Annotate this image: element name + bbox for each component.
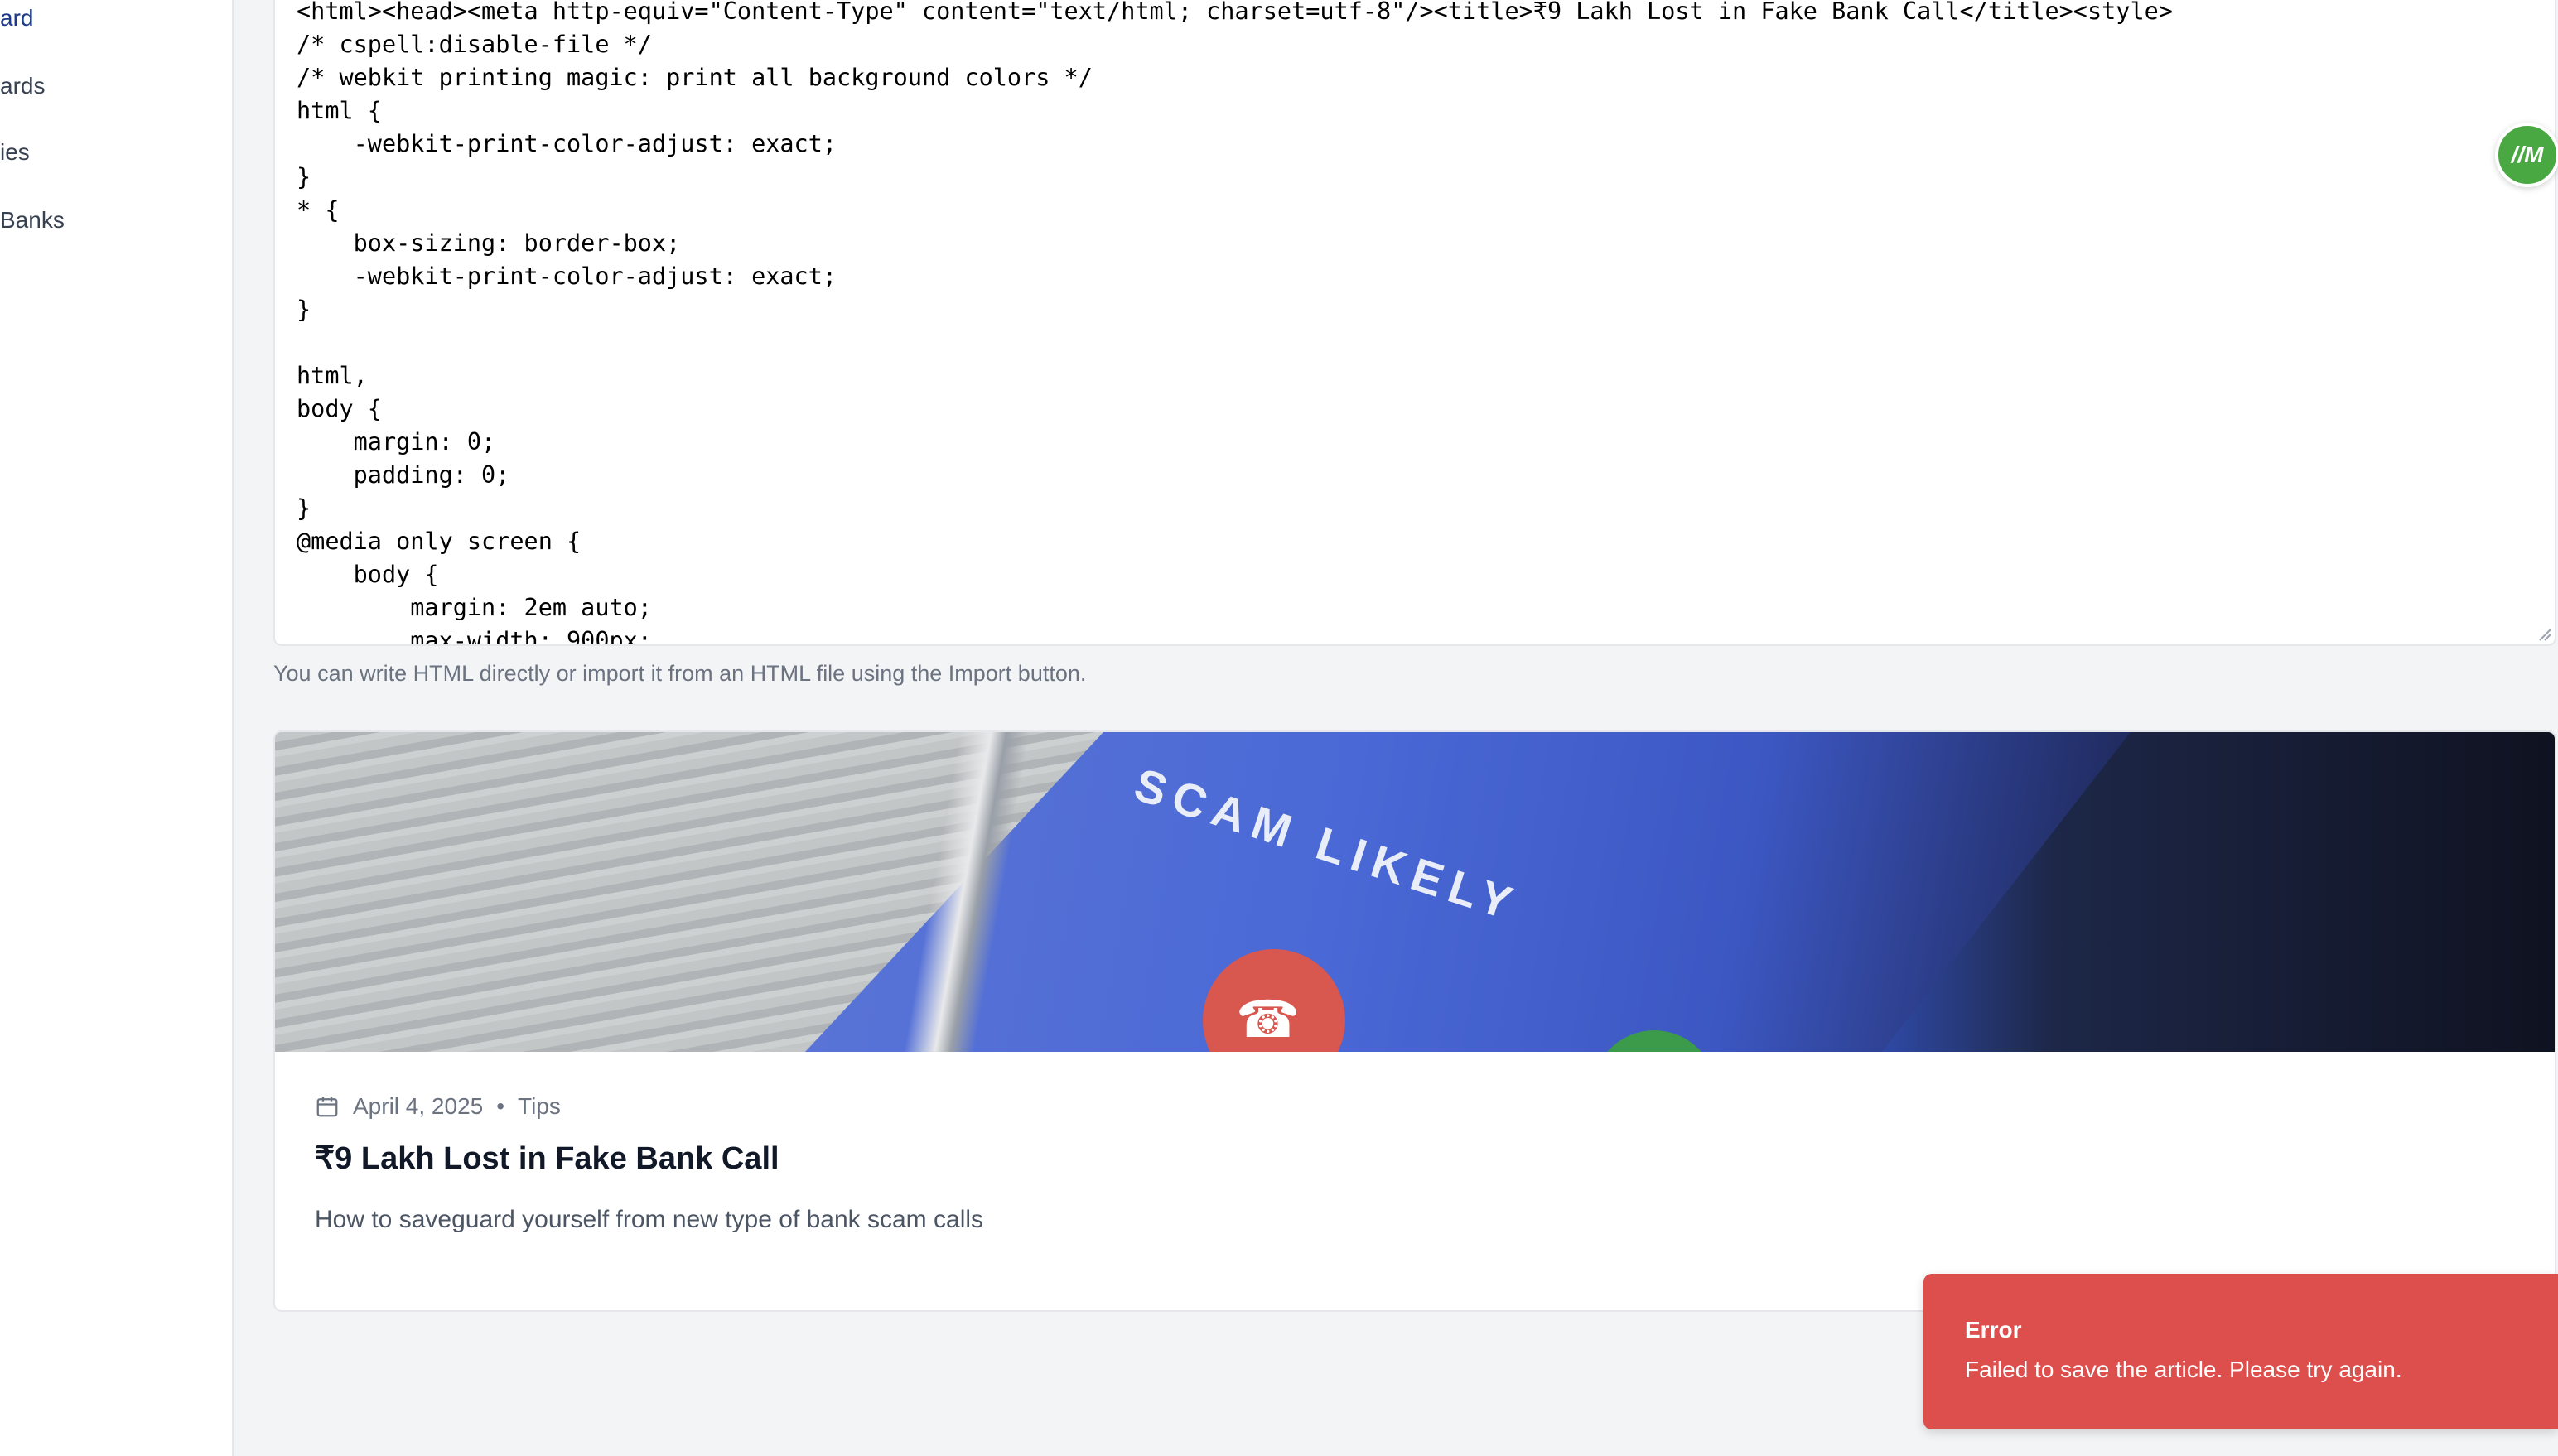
toast-title: Error: [1965, 1317, 2022, 1343]
sidebar: ard ards ies Banks: [0, 0, 234, 1456]
article-meta: April 4, 2025 • Tips: [315, 1093, 561, 1120]
resize-handle-icon[interactable]: [2536, 626, 2551, 641]
user-avatar[interactable]: //M: [2495, 123, 2558, 187]
sidebar-item-cards[interactable]: ards: [0, 71, 45, 101]
hero-phone-edge: [805, 732, 1137, 1052]
sidebar-item-banks[interactable]: Banks: [0, 205, 65, 235]
article-category: Tips: [518, 1093, 561, 1119]
article-preview-card[interactable]: SCAM LIKELY ☎ April 4, 2025 • Tips ₹9 La…: [273, 730, 2556, 1312]
calendar-icon: [316, 1097, 338, 1117]
meta-separator: •: [496, 1093, 505, 1119]
toast-message: Failed to save the article. Please try a…: [1965, 1357, 2402, 1382]
article-title: ₹9 Lakh Lost in Fake Bank Call: [315, 1141, 779, 1176]
sidebar-item-categories[interactable]: ies: [0, 137, 30, 167]
html-code-editor[interactable]: <html><head><meta http-equiv="Content-Ty…: [273, 0, 2556, 646]
editor-helper-text: You can write HTML directly or import it…: [273, 661, 1087, 686]
article-hero-image: SCAM LIKELY ☎: [275, 732, 2555, 1052]
sidebar-item-dashboard[interactable]: ard: [0, 3, 33, 33]
error-toast[interactable]: Error Failed to save the article. Please…: [1923, 1274, 2558, 1429]
article-summary: How to saveguard yourself from new type …: [315, 1206, 984, 1233]
article-date: April 4, 2025: [353, 1093, 484, 1119]
code-content[interactable]: <html><head><meta http-equiv="Content-Ty…: [297, 0, 2173, 644]
